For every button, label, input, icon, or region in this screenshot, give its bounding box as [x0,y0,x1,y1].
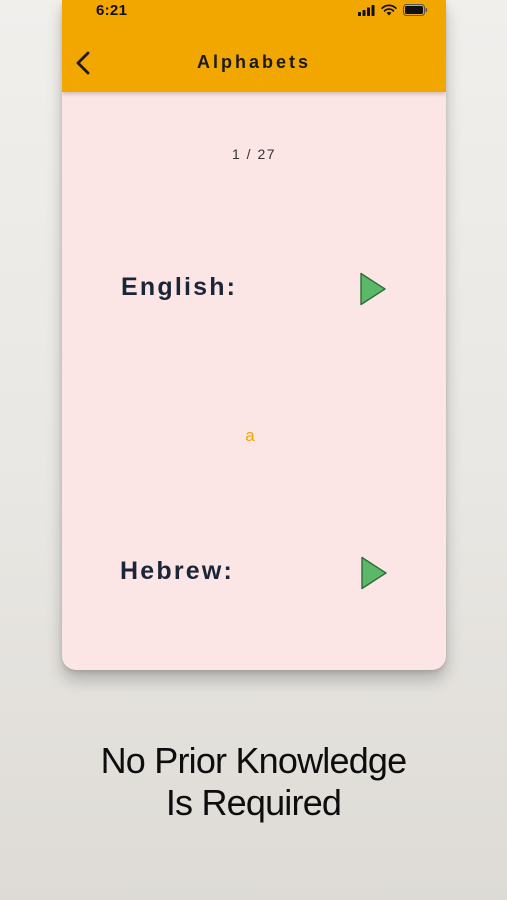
alphabet-letter: a [245,426,255,445]
wifi-icon [381,4,397,16]
app-screen: 6:21 Alphabets 1 / 27 English: a Hebrew: [62,0,446,670]
navigation-header: 6:21 Alphabets [62,0,446,92]
hebrew-label: Hebrew: [120,557,235,585]
play-icon [360,272,386,306]
promo-line-1: No Prior Knowledge [100,740,408,781]
english-label: English: [121,273,238,301]
battery-icon [403,4,428,16]
signal-icon [358,4,375,16]
status-icons [358,4,428,16]
status-time: 6:21 [96,2,128,19]
promo-line-2: Is Required [165,782,342,823]
promo-tagline: No Prior Knowledge Is Required [0,740,507,824]
play-hebrew-button[interactable] [359,555,389,591]
page-title: Alphabets [196,52,311,72]
play-icon [361,556,387,590]
card-counter: 1 / 27 [231,146,277,162]
play-english-button[interactable] [358,271,388,307]
